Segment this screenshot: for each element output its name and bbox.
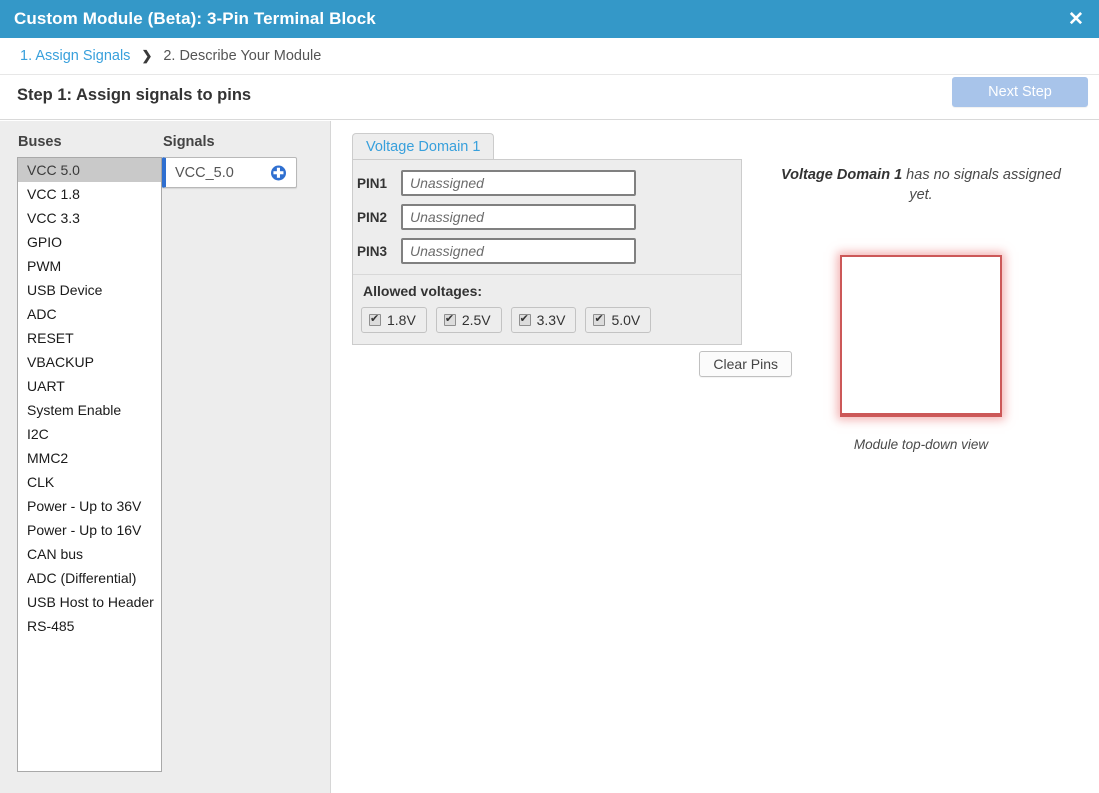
bus-list-item[interactable]: PWM [18, 254, 161, 278]
voltage-domain-body: PIN1 PIN2 PIN3 Allowed voltages: 1.8V 2.5V 3… [352, 159, 742, 345]
bus-list-item[interactable]: CAN bus [18, 542, 161, 566]
pin-row: PIN3 [353, 238, 741, 264]
preview-domain-name: Voltage Domain 1 [781, 167, 903, 183]
chevron-right-icon: ❯ [141, 48, 153, 63]
dialog-title: Custom Module (Beta): 3-Pin Terminal Blo… [14, 9, 376, 28]
bus-list-item[interactable]: USB Host to Header [18, 590, 161, 614]
allowed-voltages-label: Allowed voltages: [363, 283, 483, 299]
bus-list-item[interactable]: VBACKUP [18, 350, 161, 374]
add-signal-icon[interactable]: ✚ [271, 165, 286, 180]
signal-chip-vcc-5-0[interactable]: VCC_5.0 ✚ [162, 157, 297, 188]
module-topdown-graphic [840, 255, 1002, 417]
bus-list-item[interactable]: VCC 1.8 [18, 182, 161, 206]
pin-input-pin2[interactable] [401, 204, 636, 230]
voltage-option-1-8V[interactable]: 1.8V [361, 307, 427, 333]
voltage-option-2-5V[interactable]: 2.5V [435, 307, 502, 333]
custom-module-dialog: Custom Module (Beta): 3-Pin Terminal Blo… [0, 0, 1099, 793]
module-preview-panel: Voltage Domain 1 has no signals assigned… [780, 165, 1062, 452]
pin-label: PIN1 [357, 175, 388, 191]
bus-list-item[interactable]: ADC (Differential) [18, 566, 161, 590]
signal-chip-label: VCC_5.0 [175, 164, 234, 181]
checkbox-checked-icon[interactable] [518, 312, 531, 326]
breadcrumb-step-assign-signals[interactable]: 1. Assign Signals [20, 48, 130, 64]
bus-list-item[interactable]: I2C [18, 422, 161, 446]
bus-list-item[interactable]: UART [18, 374, 161, 398]
allowed-voltages-section: Allowed voltages: 1.8V 2.5V 3.3V 5.0V [353, 274, 741, 344]
close-icon[interactable]: ✕ [1063, 0, 1089, 38]
voltage-checkbox-row: 1.8V 2.5V 3.3V 5.0V [361, 307, 741, 333]
voltage-option-label: 5.0V [611, 312, 641, 328]
tab-voltage-domain-1[interactable]: Voltage Domain 1 [352, 133, 495, 161]
pin-row: PIN2 [353, 204, 741, 230]
bus-list[interactable]: VCC 5.0 VCC 1.8 VCC 3.3 GPIO PWM USB Device AD… [17, 157, 162, 772]
pin-input-pin3[interactable] [401, 238, 636, 264]
voltage-option-label: 2.5V [461, 312, 491, 328]
voltage-option-5-0V[interactable]: 5.0V [585, 307, 652, 333]
bus-list-item[interactable]: CLK [18, 470, 161, 494]
bus-list-item[interactable]: Power - Up to 16V [18, 518, 161, 542]
breadcrumb-step-describe-module[interactable]: 2. Describe Your Module [163, 48, 321, 64]
dialog-titlebar: Custom Module (Beta): 3-Pin Terminal Blo… [0, 0, 1099, 38]
voltage-domain-tabs: Voltage Domain 1 [352, 133, 742, 161]
page-title: Step 1: Assign signals to pins [17, 86, 252, 104]
preview-status-rest: has no signals assigned yet. [902, 167, 1061, 203]
voltage-option-label: 3.3V [536, 312, 566, 328]
clear-pins-row: Clear Pins [352, 345, 792, 379]
pin-assignment-rows: PIN1 PIN2 PIN3 [353, 160, 741, 274]
voltage-domain-panel: Voltage Domain 1 PIN1 PIN2 PIN3 Allowed vo… [352, 133, 792, 379]
clear-pins-button[interactable]: Clear Pins [699, 351, 792, 377]
bus-list-item[interactable]: RS-485 [18, 614, 161, 638]
next-step-button[interactable]: Next Step [952, 77, 1088, 107]
voltage-option-label: 1.8V [387, 312, 416, 328]
bus-list-item[interactable]: MMC2 [18, 446, 161, 470]
bus-list-item[interactable]: RESET [18, 326, 161, 350]
bus-list-item[interactable]: ADC [18, 302, 161, 326]
pin-label: PIN2 [357, 209, 388, 225]
buses-heading: Buses [18, 134, 62, 150]
step-header: Step 1: Assign signals to pins Next Step [0, 75, 1099, 120]
checkbox-checked-icon[interactable] [443, 312, 456, 326]
pin-row: PIN1 [353, 170, 741, 196]
breadcrumb: 1. Assign Signals ❯ 2. Describe Your Mod… [0, 38, 1099, 75]
pin-label: PIN3 [357, 243, 388, 259]
module-preview-caption: Module top-down view [853, 437, 989, 452]
left-panel: Buses Signals VCC 5.0 VCC 1.8 VCC 3.3 GPIO P… [0, 121, 331, 793]
checkbox-checked-icon[interactable] [593, 312, 606, 326]
bus-list-item[interactable]: VCC 3.3 [18, 206, 161, 230]
bus-list-item[interactable]: Power - Up to 36V [18, 494, 161, 518]
bus-list-item[interactable]: USB Device [18, 278, 161, 302]
pin-input-pin1[interactable] [401, 170, 636, 196]
bus-list-item[interactable]: System Enable [18, 398, 161, 422]
preview-status-text: Voltage Domain 1 has no signals assigned… [780, 165, 1062, 205]
checkbox-checked-icon[interactable] [369, 312, 381, 326]
signals-heading: Signals [163, 134, 215, 150]
voltage-option-3-3V[interactable]: 3.3V [510, 307, 577, 333]
bus-list-item[interactable]: VCC 5.0 [18, 158, 161, 182]
bus-list-item[interactable]: GPIO [18, 230, 161, 254]
